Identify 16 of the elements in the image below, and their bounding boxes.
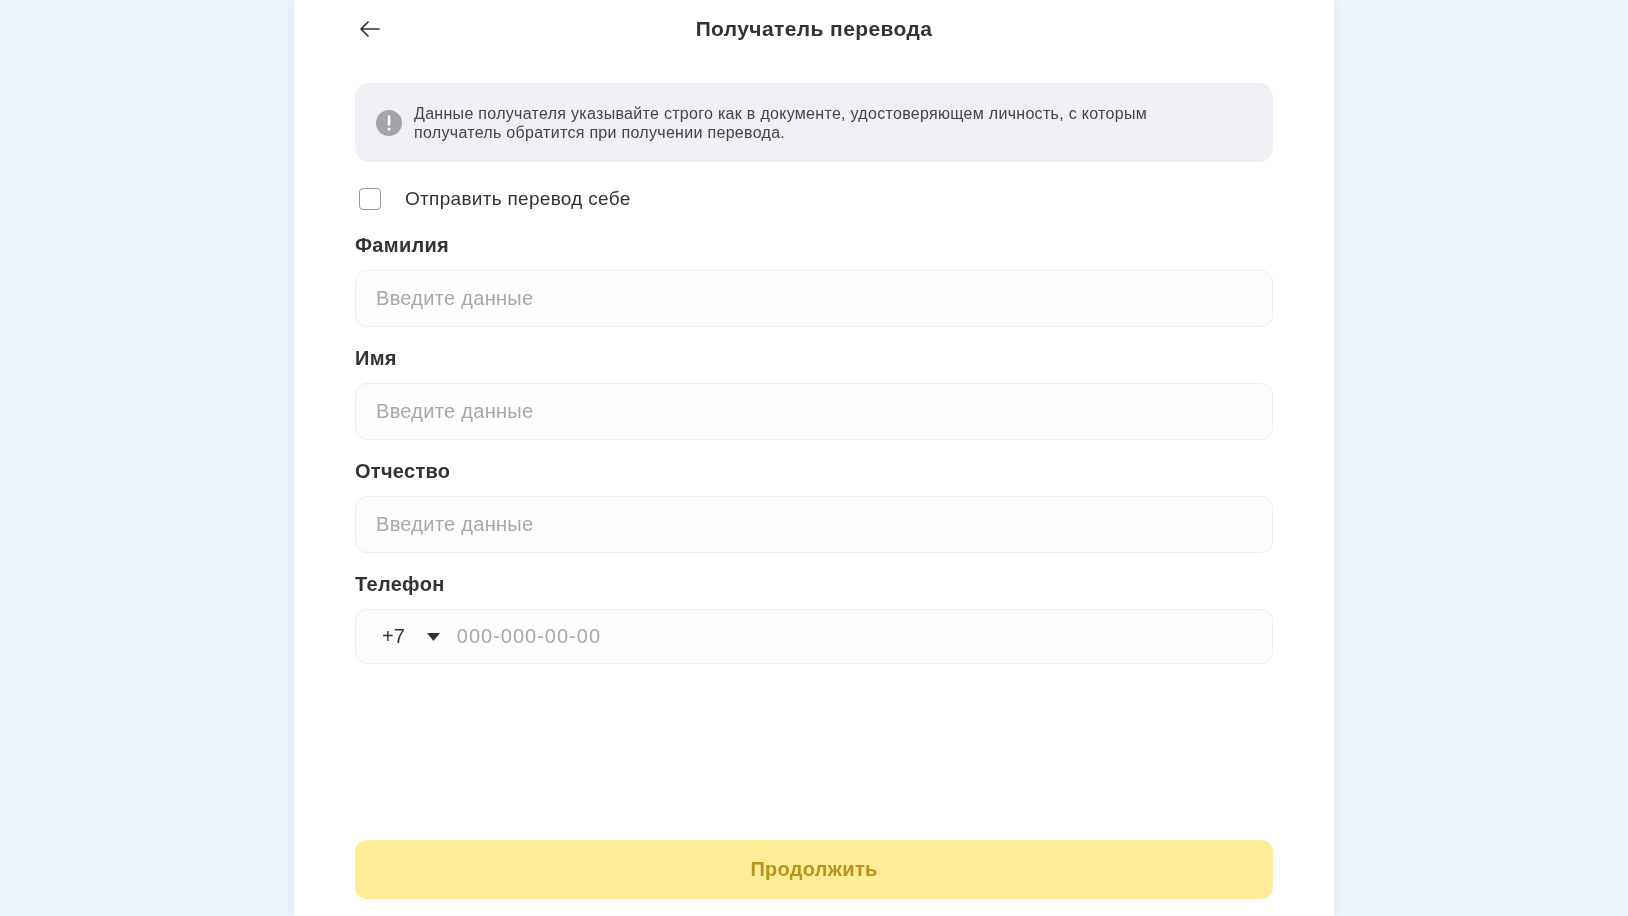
checkbox-label[interactable]: Отправить перевод себе [405,188,631,210]
exclamation-icon [376,109,402,136]
page-title: Получатель перевода [694,17,934,41]
back-arrow-icon [360,21,380,37]
notice-text: Данные получателя указывайте строго как в документе, удостоверяющем личность, с которым получатель обратится при получении перевода. [414,103,1148,142]
text-input[interactable]: Введите данные [355,270,1273,327]
field-label: Отчество [355,460,451,483]
text-input[interactable]: Введите данные [355,383,1273,440]
text-input[interactable]: Введите данные [355,496,1273,553]
caret-icon [426,632,440,641]
checkbox[interactable] [359,188,381,210]
field-label: Телефон [355,573,445,596]
field-label: Фамилия [355,234,450,257]
phone-field[interactable]: +7 000-000-00-00 [355,609,1273,664]
country-code-dropdown[interactable]: +7 [382,625,440,648]
field-label: Имя [355,347,397,370]
